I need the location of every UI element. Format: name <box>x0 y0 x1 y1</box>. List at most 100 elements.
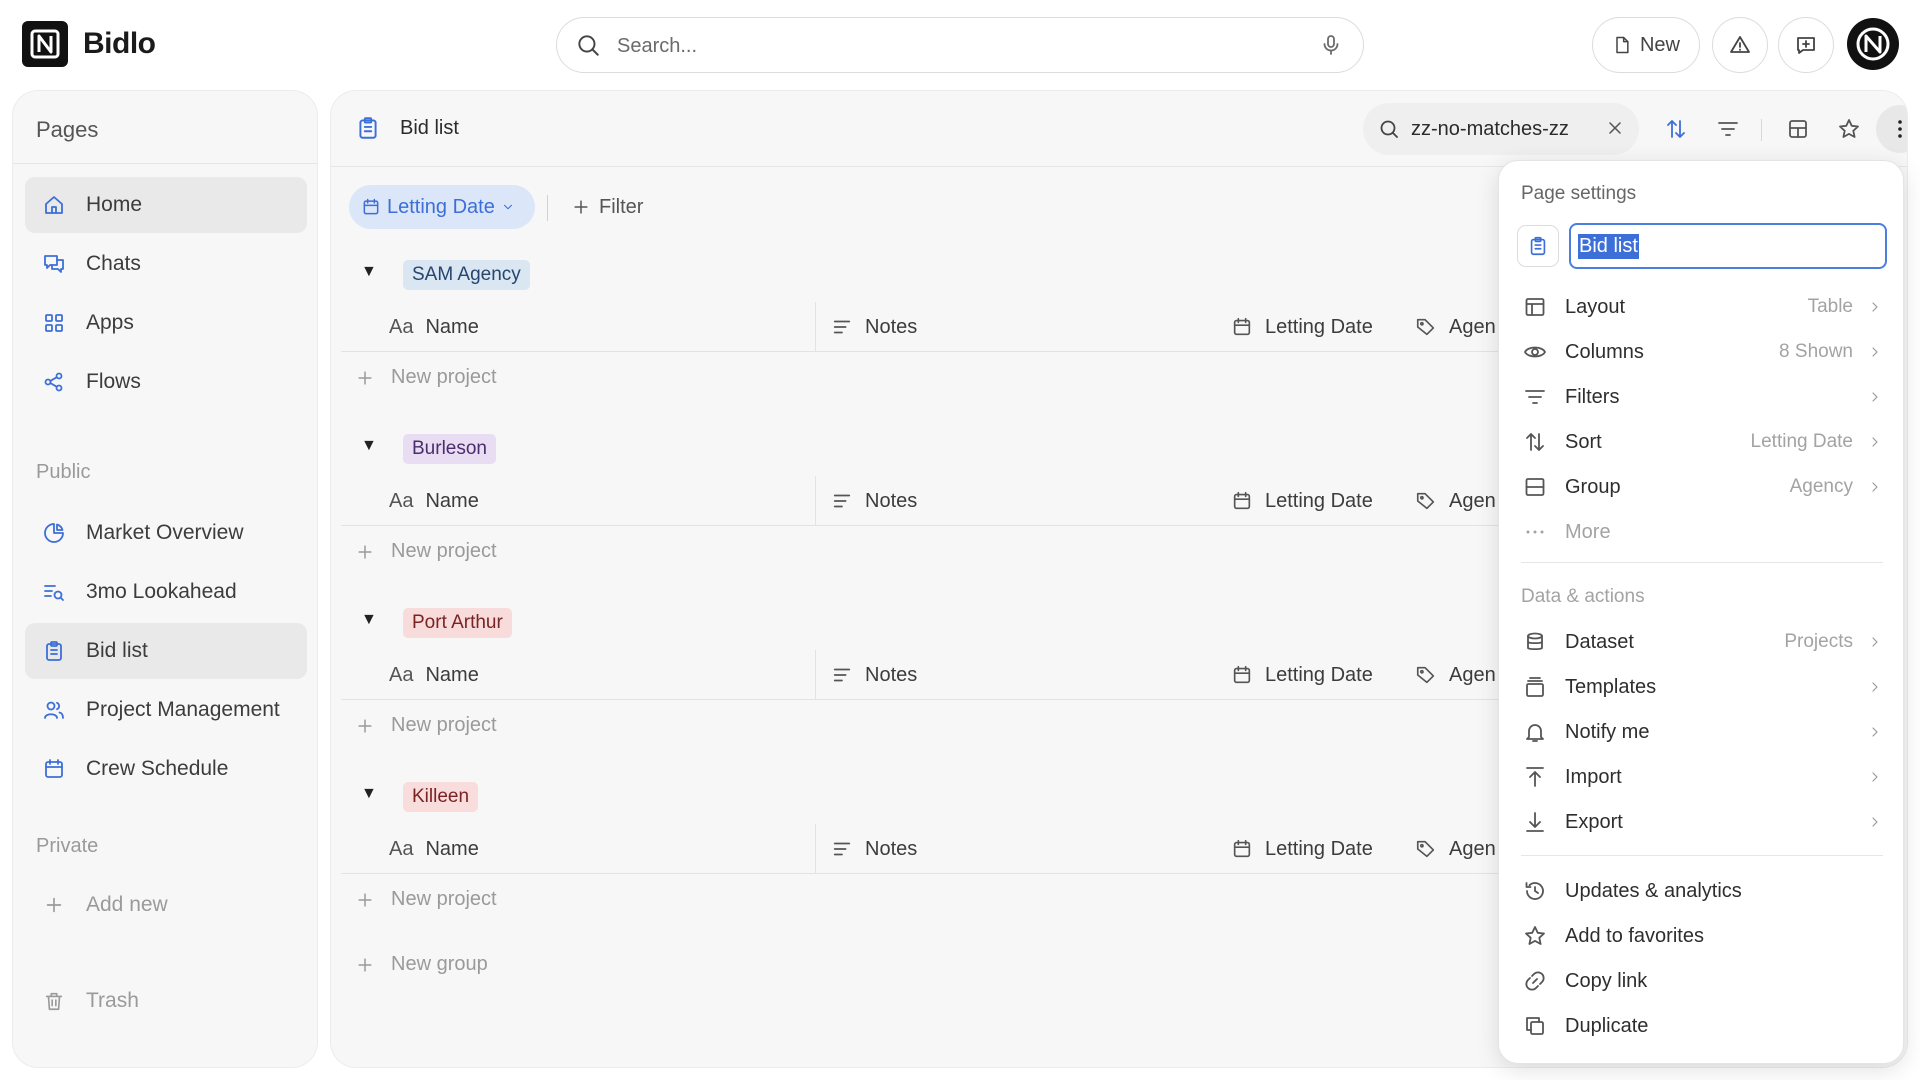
more-options-button[interactable] <box>1876 105 1907 153</box>
global-search[interactable]: Search... <box>556 17 1364 73</box>
column-divider[interactable] <box>815 302 816 352</box>
menu-item-sort[interactable]: Sort Letting Date <box>1521 422 1887 462</box>
new-project-button[interactable]: New project <box>355 366 497 389</box>
menu-item-updates-analytics[interactable]: Updates & analytics <box>1521 871 1887 911</box>
sidebar-trash[interactable]: Trash <box>25 973 307 1029</box>
column-divider[interactable] <box>815 476 816 526</box>
group-label[interactable]: SAM Agency <box>403 260 530 290</box>
sidebar-item-home[interactable]: Home <box>25 177 307 233</box>
column-letting-date[interactable]: Letting Date <box>1231 476 1373 526</box>
sidebar-title: Pages <box>36 117 99 142</box>
group-label[interactable]: Burleson <box>403 434 496 464</box>
column-notes[interactable]: Notes <box>831 476 917 526</box>
column-letting-date[interactable]: Letting Date <box>1231 650 1373 700</box>
column-letting-date[interactable]: Letting Date <box>1231 302 1373 352</box>
group-label[interactable]: Killeen <box>403 782 479 812</box>
group-label[interactable]: Port Arthur <box>403 608 512 638</box>
alerts-button[interactable] <box>1712 17 1768 73</box>
history-icon <box>1521 879 1549 903</box>
microphone-icon[interactable] <box>1319 32 1343 58</box>
menu-item-export[interactable]: Export <box>1521 802 1887 842</box>
sidebar-item-market-overview[interactable]: Market Overview <box>25 505 307 561</box>
sidebar-item-apps[interactable]: Apps <box>25 295 307 351</box>
column-name[interactable]: Aa Name <box>389 650 479 700</box>
text-type-icon: Aa <box>389 837 414 860</box>
page-header: Bid list zz-no-matches-zz <box>331 91 1907 167</box>
group-icon <box>1521 475 1549 499</box>
trash-label: Trash <box>86 989 139 1012</box>
menu-item-group[interactable]: Group Agency <box>1521 467 1887 507</box>
page-icon-picker[interactable] <box>1517 225 1559 267</box>
apps-icon <box>41 311 67 335</box>
top-bar: Bidlo Search... New <box>0 0 1920 90</box>
column-agency[interactable]: Agen <box>1415 824 1496 874</box>
list-search-icon <box>41 580 67 604</box>
sidebar-item-crew-schedule[interactable]: Crew Schedule <box>25 741 307 797</box>
sidebar-item-chats[interactable]: Chats <box>25 236 307 292</box>
chevron-right-icon <box>1867 389 1883 405</box>
avatar-logo-icon <box>1856 27 1890 61</box>
templates-icon <box>1521 675 1549 699</box>
menu-item-copy-link[interactable]: Copy link <box>1521 961 1887 1001</box>
clear-search-icon[interactable] <box>1605 118 1625 138</box>
group-toggle[interactable]: ▼ <box>361 263 377 281</box>
calendar-icon <box>1231 664 1253 686</box>
duplicate-icon <box>1521 1014 1549 1038</box>
filter-button[interactable] <box>1704 105 1752 153</box>
column-label: Name <box>425 489 479 512</box>
column-agency[interactable]: Agen <box>1415 302 1496 352</box>
column-letting-date[interactable]: Letting Date <box>1231 824 1373 874</box>
new-project-button[interactable]: New project <box>355 714 497 737</box>
sidebar-item-flows[interactable]: Flows <box>25 354 307 410</box>
column-name[interactable]: Aa Name <box>389 302 479 352</box>
sidebar-item-label: Bid list <box>86 639 148 662</box>
new-project-button[interactable]: New project <box>355 888 497 911</box>
page-name-input[interactable]: Bid list <box>1569 223 1887 269</box>
column-label: Notes <box>865 315 918 338</box>
app-logo[interactable] <box>22 21 68 67</box>
layout-button[interactable] <box>1774 105 1822 153</box>
group-toggle[interactable]: ▼ <box>361 611 377 629</box>
menu-item-add-to-favorites[interactable]: Add to favorites <box>1521 916 1887 956</box>
group-toggle[interactable]: ▼ <box>361 437 377 455</box>
table-search[interactable]: zz-no-matches-zz <box>1363 103 1639 155</box>
sort-button[interactable] <box>1652 105 1700 153</box>
sidebar-item-3mo-lookahead[interactable]: 3mo Lookahead <box>25 564 307 620</box>
menu-item-layout[interactable]: Layout Table <box>1521 287 1887 327</box>
menu-item-notify-me[interactable]: Notify me <box>1521 712 1887 752</box>
new-button-label: New <box>1639 33 1680 56</box>
menu-item-more[interactable]: More <box>1521 512 1887 552</box>
column-name[interactable]: Aa Name <box>389 824 479 874</box>
chats-icon <box>41 252 67 276</box>
user-avatar[interactable] <box>1847 18 1899 70</box>
sidebar-item-project-management[interactable]: Project Management <box>25 682 307 738</box>
column-agency[interactable]: Agen <box>1415 476 1496 526</box>
new-project-button[interactable]: New project <box>355 540 497 563</box>
add-filter-button[interactable]: Filter <box>571 185 643 229</box>
new-group-button[interactable]: New group <box>355 953 488 976</box>
menu-item-dataset[interactable]: Dataset Projects <box>1521 622 1887 662</box>
column-notes[interactable]: Notes <box>831 650 917 700</box>
column-divider[interactable] <box>815 824 816 874</box>
menu-item-import[interactable]: Import <box>1521 757 1887 797</box>
sidebar-add-new[interactable]: Add new <box>25 877 307 933</box>
menu-item-templates[interactable]: Templates <box>1521 667 1887 707</box>
sidebar-item-bid-list[interactable]: Bid list <box>25 623 307 679</box>
menu-item-duplicate[interactable]: Duplicate <box>1521 1006 1887 1046</box>
menu-item-columns[interactable]: Columns 8 Shown <box>1521 332 1887 372</box>
group-by-chip[interactable]: Letting Date <box>349 185 535 229</box>
column-notes[interactable]: Notes <box>831 302 917 352</box>
menu-item-filters[interactable]: Filters <box>1521 377 1887 417</box>
feedback-button[interactable] <box>1778 17 1834 73</box>
menu-section-data-actions: Data & actions <box>1521 586 1645 607</box>
sidebar-item-label: 3mo Lookahead <box>86 580 237 603</box>
column-name[interactable]: Aa Name <box>389 476 479 526</box>
column-notes[interactable]: Notes <box>831 824 917 874</box>
column-agency[interactable]: Agen <box>1415 650 1496 700</box>
column-divider[interactable] <box>815 650 816 700</box>
filter-icon <box>1521 385 1549 409</box>
chevron-right-icon <box>1867 679 1883 695</box>
new-button[interactable]: New <box>1592 17 1700 73</box>
group-toggle[interactable]: ▼ <box>361 785 377 803</box>
favorite-button[interactable] <box>1825 105 1873 153</box>
